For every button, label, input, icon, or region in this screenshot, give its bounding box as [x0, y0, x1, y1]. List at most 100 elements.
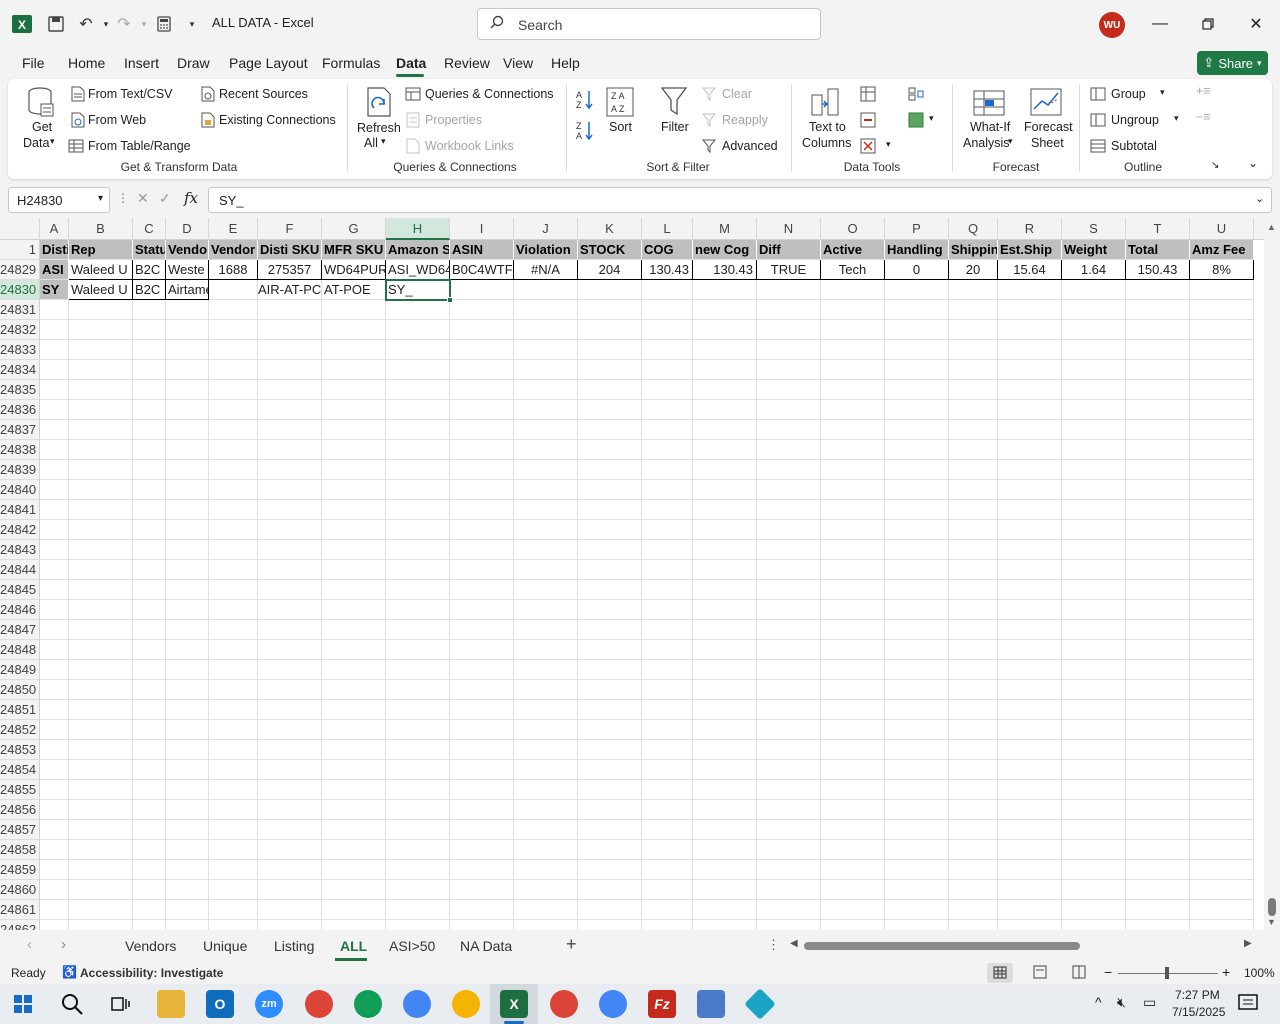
empty-cell[interactable] [642, 840, 693, 860]
empty-cell[interactable] [821, 660, 885, 680]
empty-cell[interactable] [757, 480, 821, 500]
empty-cell[interactable] [998, 680, 1062, 700]
empty-cell[interactable] [1126, 300, 1190, 320]
empty-cell[interactable] [693, 920, 757, 930]
table-cell[interactable] [450, 280, 514, 300]
header-cell[interactable]: Total [1126, 240, 1190, 260]
empty-cell[interactable] [642, 300, 693, 320]
row-header[interactable]: 1 [0, 240, 40, 260]
empty-cell[interactable] [133, 860, 166, 880]
empty-cell[interactable] [1126, 760, 1190, 780]
empty-cell[interactable] [949, 560, 998, 580]
empty-cell[interactable] [757, 640, 821, 660]
empty-cell[interactable] [949, 520, 998, 540]
table-cell[interactable]: 0 [885, 260, 949, 280]
empty-cell[interactable] [1190, 380, 1254, 400]
empty-cell[interactable] [757, 780, 821, 800]
empty-cell[interactable] [166, 900, 209, 920]
empty-cell[interactable] [757, 500, 821, 520]
outlook-icon[interactable]: O [206, 990, 234, 1018]
empty-cell[interactable] [642, 900, 693, 920]
empty-cell[interactable] [949, 900, 998, 920]
refresh-all-icon[interactable] [363, 85, 395, 119]
empty-cell[interactable] [757, 580, 821, 600]
empty-cell[interactable] [1190, 400, 1254, 420]
empty-cell[interactable] [386, 500, 450, 520]
empty-cell[interactable] [578, 600, 642, 620]
empty-cell[interactable] [693, 580, 757, 600]
empty-cell[interactable] [885, 320, 949, 340]
table-cell[interactable]: 130.43 [693, 260, 757, 280]
empty-cell[interactable] [166, 420, 209, 440]
empty-cell[interactable] [514, 800, 578, 820]
empty-cell[interactable] [821, 800, 885, 820]
empty-cell[interactable] [258, 880, 322, 900]
empty-cell[interactable] [69, 500, 133, 520]
empty-cell[interactable] [166, 340, 209, 360]
empty-cell[interactable] [514, 600, 578, 620]
empty-cell[interactable] [322, 360, 386, 380]
empty-cell[interactable] [578, 820, 642, 840]
empty-cell[interactable] [1126, 900, 1190, 920]
empty-cell[interactable] [258, 800, 322, 820]
empty-cell[interactable] [1126, 740, 1190, 760]
empty-cell[interactable] [450, 680, 514, 700]
empty-cell[interactable] [1062, 800, 1126, 820]
file-explorer-icon[interactable] [157, 990, 185, 1018]
empty-cell[interactable] [166, 320, 209, 340]
empty-cell[interactable] [133, 500, 166, 520]
empty-cell[interactable] [133, 880, 166, 900]
taskbar-date[interactable]: 7/15/2025 [1172, 1005, 1225, 1019]
empty-cell[interactable] [450, 600, 514, 620]
column-header-p[interactable]: P [885, 218, 949, 240]
zoom-out-icon[interactable]: − [1104, 964, 1112, 980]
header-cell[interactable]: new Cog [693, 240, 757, 260]
empty-cell[interactable] [514, 360, 578, 380]
remote-desktop-icon[interactable] [744, 988, 776, 1020]
empty-cell[interactable] [693, 680, 757, 700]
empty-cell[interactable] [821, 420, 885, 440]
empty-cell[interactable] [386, 360, 450, 380]
empty-cell[interactable] [885, 820, 949, 840]
empty-cell[interactable] [209, 360, 258, 380]
empty-cell[interactable] [693, 700, 757, 720]
column-header-l[interactable]: L [642, 218, 693, 240]
empty-cell[interactable] [166, 480, 209, 500]
empty-cell[interactable] [642, 800, 693, 820]
empty-cell[interactable] [258, 680, 322, 700]
empty-cell[interactable] [258, 700, 322, 720]
empty-cell[interactable] [642, 500, 693, 520]
empty-cell[interactable] [578, 540, 642, 560]
empty-cell[interactable] [209, 380, 258, 400]
empty-cell[interactable] [693, 480, 757, 500]
row-header[interactable]: 24861 [0, 900, 40, 920]
empty-cell[interactable] [1062, 620, 1126, 640]
empty-cell[interactable] [885, 300, 949, 320]
empty-cell[interactable] [514, 420, 578, 440]
empty-cell[interactable] [1126, 860, 1190, 880]
empty-cell[interactable] [1190, 440, 1254, 460]
empty-cell[interactable] [998, 800, 1062, 820]
empty-cell[interactable] [450, 760, 514, 780]
empty-cell[interactable] [514, 760, 578, 780]
empty-cell[interactable] [1126, 520, 1190, 540]
empty-cell[interactable] [514, 880, 578, 900]
scroll-up-icon[interactable]: ▲ [1267, 222, 1276, 232]
empty-cell[interactable] [450, 880, 514, 900]
empty-cell[interactable] [450, 820, 514, 840]
table-cell[interactable]: Airtame [166, 280, 209, 300]
empty-cell[interactable] [166, 300, 209, 320]
empty-cell[interactable] [322, 840, 386, 860]
column-header-k[interactable]: K [578, 218, 642, 240]
empty-cell[interactable] [693, 820, 757, 840]
empty-cell[interactable] [166, 540, 209, 560]
empty-cell[interactable] [998, 840, 1062, 860]
header-cell[interactable]: Statu [133, 240, 166, 260]
header-cell[interactable]: Shippin [949, 240, 998, 260]
what-if-dropdown-icon[interactable]: ▾ [1008, 136, 1013, 147]
empty-cell[interactable] [1126, 920, 1190, 930]
empty-cell[interactable] [40, 780, 69, 800]
empty-cell[interactable] [166, 620, 209, 640]
empty-cell[interactable] [322, 720, 386, 740]
empty-cell[interactable] [998, 740, 1062, 760]
